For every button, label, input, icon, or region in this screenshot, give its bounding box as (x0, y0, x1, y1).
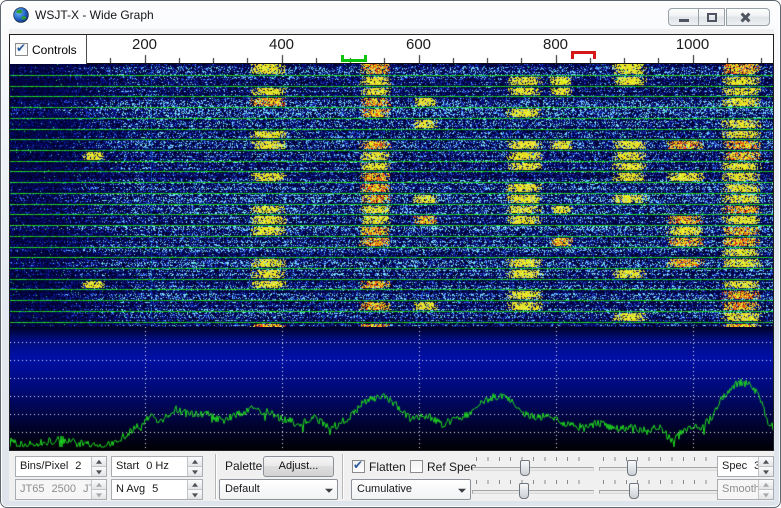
waterfall-zero-slider[interactable] (599, 456, 720, 477)
spin-buttons (758, 480, 773, 499)
waterfall-canvas[interactable] (10, 64, 773, 327)
navg-label: N Avg (116, 483, 145, 495)
palette-adjust-button[interactable]: Adjust... (263, 456, 334, 477)
bins-value: 2 (75, 460, 81, 472)
panel-separator (215, 454, 216, 499)
spin-down-icon (96, 493, 102, 497)
checkbox-box (410, 460, 423, 473)
spec-percent-spinbox[interactable]: Spec30 % (717, 456, 774, 477)
spin-up-icon (96, 459, 102, 463)
control-panel: Bins/Pixel2 Start0 Hz Palette Adjust... … (9, 452, 774, 501)
spin-down-icon (763, 470, 769, 474)
frequency-scale[interactable]: 200 400 600 800 1000 Controls (10, 35, 773, 64)
spec-label: Spec (722, 460, 747, 472)
spin-buttons (91, 480, 106, 499)
scale-label: 200 (132, 36, 157, 53)
spectrum-canvas[interactable] (10, 327, 773, 450)
controls-toggle-box: Controls (10, 35, 87, 64)
tx-frequency-marker[interactable] (571, 51, 596, 59)
spin-buttons[interactable] (187, 457, 202, 476)
flatten-label: Flatten (369, 460, 406, 474)
scale-label: 1000 (676, 36, 709, 53)
jt65-jt9-split-spinbox: JT65 2500 JT9 (15, 479, 107, 500)
bins-label: Bins/Pixel (20, 460, 68, 472)
spin-down-icon (96, 470, 102, 474)
wsjtx-wide-graph-window: WSJT-X - Wide Graph 200 400 600 800 1000 (0, 0, 781, 508)
spin-down-icon (192, 493, 198, 497)
waterfall-gain-slider[interactable] (472, 456, 594, 477)
controls-checkbox-label: Controls (32, 43, 77, 57)
scale-ticks-canvas (10, 35, 773, 64)
combo-dropdown-icon (453, 480, 470, 499)
slider-ticks (603, 480, 716, 484)
slider-groove (472, 490, 594, 494)
bins-per-pixel-spinbox[interactable]: Bins/Pixel 2 (15, 456, 107, 477)
spin-up-icon (192, 482, 198, 486)
start-label: Start (116, 460, 139, 472)
rx-frequency-marker[interactable] (341, 55, 367, 62)
spin-buttons[interactable] (91, 457, 106, 476)
panel-separator (342, 454, 343, 499)
smooth-spinbox: Smooth1 (717, 479, 774, 500)
smooth-label: Smooth (722, 483, 758, 495)
slider-groove (599, 467, 720, 471)
slider-thumb[interactable] (629, 483, 639, 499)
maximize-icon (707, 13, 717, 22)
spin-up-icon (763, 482, 769, 486)
slider-ticks (476, 457, 590, 461)
wsjtx-app-icon (13, 7, 29, 23)
slider-groove (472, 467, 594, 471)
spin-down-icon (763, 493, 769, 497)
controls-checkbox[interactable]: Controls (15, 43, 77, 57)
split-value: 2500 (51, 483, 75, 495)
spin-buttons[interactable] (187, 480, 202, 499)
ref-spec-label: Ref Spec (427, 460, 476, 474)
spectrum-gain-slider[interactable] (472, 479, 594, 500)
slider-ticks (476, 480, 590, 484)
client-area: 200 400 600 800 1000 Controls (9, 29, 774, 501)
slider-thumb[interactable] (520, 460, 530, 476)
titlebar[interactable]: WSJT-X - Wide Graph (1, 1, 780, 29)
start-frequency-spinbox[interactable]: Start 0 Hz (111, 456, 203, 477)
spin-up-icon (763, 459, 769, 463)
n-avg-spinbox[interactable]: N Avg 5 (111, 479, 203, 500)
window-title: WSJT-X - Wide Graph (35, 8, 154, 22)
checkbox-box (352, 460, 365, 473)
slider-thumb[interactable] (519, 483, 529, 499)
spin-up-icon (96, 482, 102, 486)
slider-ticks (603, 457, 716, 461)
combo-dropdown-icon (320, 480, 337, 499)
minimize-icon (679, 19, 689, 22)
ref-spec-checkbox[interactable]: Ref Spec (410, 456, 476, 477)
navg-value: 5 (152, 483, 158, 495)
start-value: 0 Hz (146, 460, 169, 472)
spin-down-icon (192, 470, 198, 474)
spectrum-zero-slider[interactable] (599, 479, 720, 500)
spin-up-icon (192, 459, 198, 463)
maximize-button[interactable] (698, 8, 725, 26)
scale-label: 600 (406, 36, 431, 53)
jt65-label: JT65 (20, 483, 44, 495)
spectrum-mode-combobox[interactable]: Cumulative (351, 479, 471, 500)
palette-label: Palette (225, 456, 262, 477)
minimize-button[interactable] (668, 8, 699, 26)
scale-label: 800 (543, 36, 568, 53)
flatten-checkbox[interactable]: Flatten (352, 456, 406, 477)
slider-thumb[interactable] (627, 460, 637, 476)
slider-groove (599, 490, 720, 494)
close-button[interactable] (726, 8, 770, 26)
checkbox-box (15, 43, 28, 56)
palette-combobox[interactable]: Default (219, 479, 338, 500)
jt9-label: JT9 (83, 483, 91, 495)
wide-graph-plot: 200 400 600 800 1000 Controls (9, 34, 774, 451)
palette-combo-value: Default (220, 480, 320, 499)
mode-combo-value: Cumulative (352, 480, 453, 499)
scale-label: 400 (269, 36, 294, 53)
spin-buttons[interactable] (758, 457, 773, 476)
